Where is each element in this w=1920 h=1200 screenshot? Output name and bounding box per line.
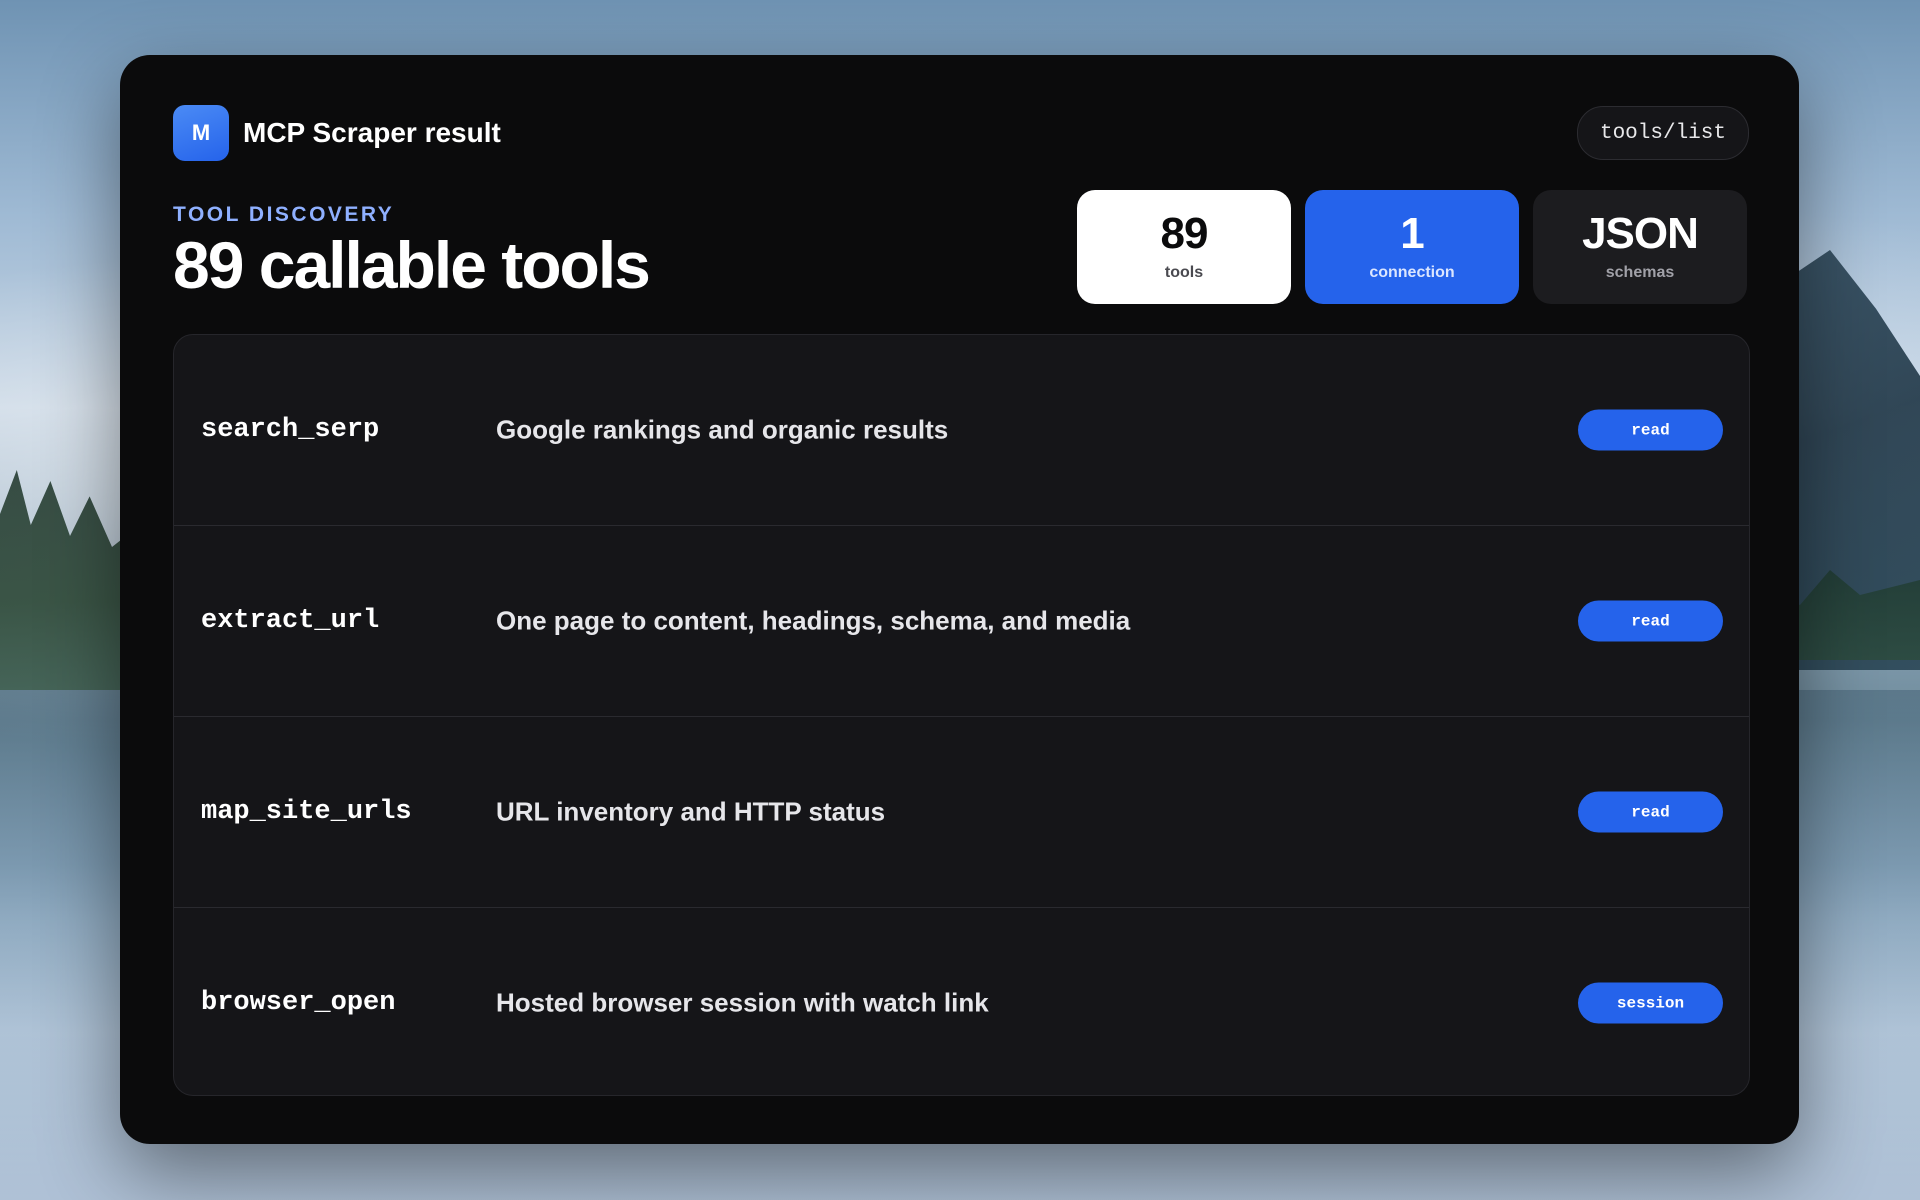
stat-label: connection xyxy=(1369,264,1455,281)
tool-name: browser_open xyxy=(201,988,396,1018)
table-row[interactable]: map_site_urls URL inventory and HTTP sta… xyxy=(174,717,1749,908)
stats-group: 89 tools 1 connection JSON schemas xyxy=(1077,190,1747,304)
result-card: M MCP Scraper result tools/list TOOL DIS… xyxy=(120,55,1799,1144)
tool-name: search_serp xyxy=(201,415,380,445)
table-row[interactable]: extract_url One page to content, heading… xyxy=(174,526,1749,717)
stat-tools: 89 tools xyxy=(1077,190,1291,304)
card-header: M MCP Scraper result tools/list xyxy=(173,105,1749,161)
tool-description: URL inventory and HTTP status xyxy=(496,796,886,827)
tools-table: search_serp Google rankings and organic … xyxy=(173,334,1750,1096)
access-badge: read xyxy=(1578,409,1723,451)
hero: TOOL DISCOVERY 89 callable tools xyxy=(173,203,651,302)
tool-name: extract_url xyxy=(201,606,380,636)
tool-name: map_site_urls xyxy=(201,797,412,827)
stat-label: schemas xyxy=(1605,264,1675,281)
tool-description: Google rankings and organic results xyxy=(496,414,949,445)
table-row[interactable]: search_serp Google rankings and organic … xyxy=(174,335,1749,526)
table-row[interactable]: browser_open Hosted browser session with… xyxy=(174,908,1749,1095)
stat-label: tools xyxy=(1164,264,1204,281)
access-badge: read xyxy=(1578,600,1723,642)
section-eyebrow: TOOL DISCOVERY xyxy=(173,203,395,226)
app-logo-icon: M xyxy=(173,105,229,161)
tool-description: Hosted browser session with watch link xyxy=(496,987,989,1018)
background-trees-left xyxy=(0,470,140,690)
stat-schemas: JSON schemas xyxy=(1533,190,1747,304)
stat-connection: 1 connection xyxy=(1305,190,1519,304)
access-badge: read xyxy=(1578,791,1723,833)
page-title: 89 callable tools xyxy=(173,228,651,302)
stat-value: 1 xyxy=(1400,209,1425,258)
tool-description: One page to content, headings, schema, a… xyxy=(496,605,1131,636)
access-badge: session xyxy=(1578,982,1723,1024)
stat-value: JSON xyxy=(1582,209,1699,258)
stat-value: 89 xyxy=(1160,209,1209,258)
endpoint-badge[interactable]: tools/list xyxy=(1576,106,1749,160)
brand: M MCP Scraper result xyxy=(173,105,501,161)
app-title: MCP Scraper result xyxy=(243,117,501,148)
